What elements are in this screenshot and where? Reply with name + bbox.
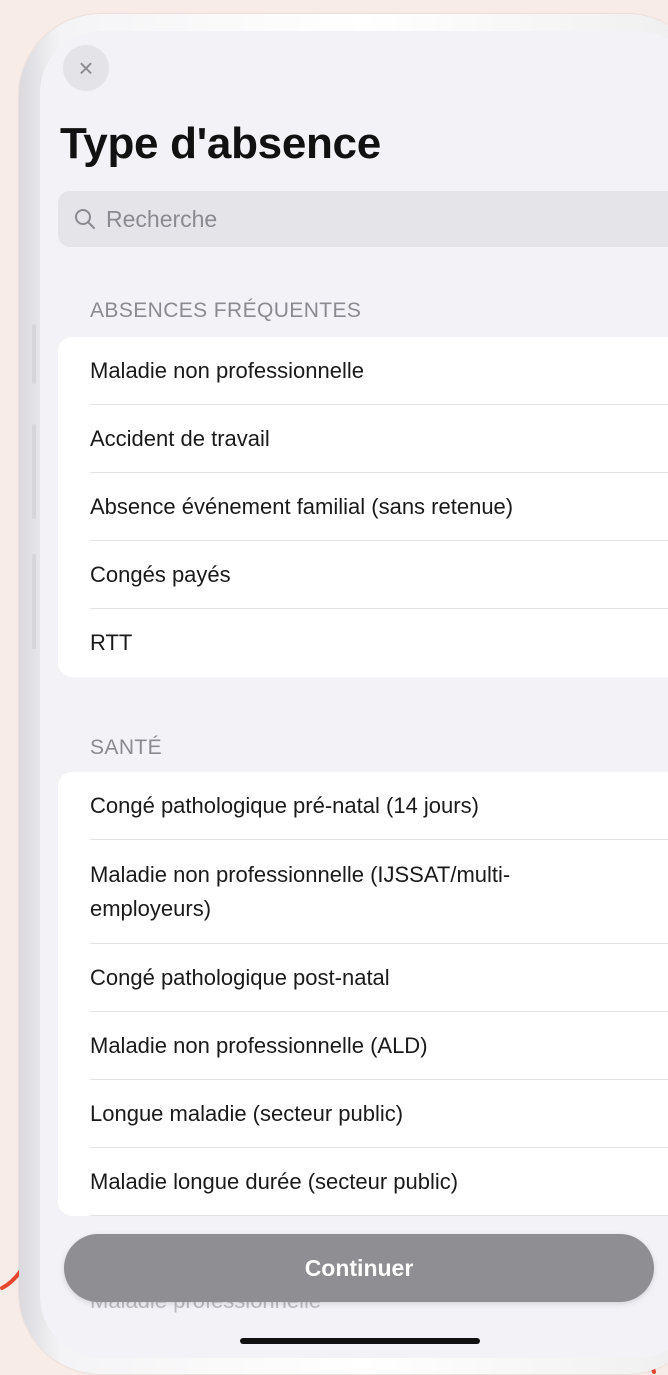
list-item-label: Maladie non professionnelle (ALD) — [90, 1033, 428, 1058]
list-item[interactable]: Absence événement familial (sans retenue… — [58, 473, 668, 541]
list-item[interactable]: RTT — [58, 609, 668, 677]
list-item[interactable]: Congé pathologique post-natal — [58, 944, 668, 1012]
page-title: Type d'absence — [60, 119, 381, 168]
list-item-label: RTT — [90, 630, 133, 655]
home-indicator — [240, 1338, 480, 1344]
continue-button[interactable]: Continuer — [64, 1234, 654, 1302]
list-group-frequent: Maladie non professionnelle Accident de … — [58, 337, 668, 677]
search-bar[interactable] — [58, 191, 668, 247]
list-item[interactable]: Congé pathologique pré-natal (14 jours) — [58, 772, 668, 840]
phone-side-button — [32, 324, 36, 384]
list-item[interactable]: Maladie non professionnelle (ALD) — [58, 1012, 668, 1080]
list-item-label: Maladie non professionnelle — [90, 358, 364, 383]
list-item-label: Congé pathologique post-natal — [90, 965, 390, 990]
list-item[interactable]: Maladie non professionnelle — [58, 337, 668, 405]
list-item[interactable]: Accident de travail — [58, 405, 668, 473]
list-item-label: Maladie non professionnelle (IJSSAT/mult… — [90, 862, 511, 921]
list-item[interactable]: Maladie non professionnelle (IJSSAT/mult… — [58, 840, 668, 944]
search-icon — [74, 208, 96, 230]
list-item-label: Congés payés — [90, 562, 231, 587]
search-input[interactable] — [104, 204, 668, 234]
list-item-label: Congé pathologique pré-natal (14 jours) — [90, 793, 479, 818]
close-button[interactable]: × — [63, 45, 109, 91]
phone-side-button — [32, 554, 36, 649]
list-item[interactable]: Congés payés — [58, 541, 668, 609]
section-header-frequent: ABSENCES FRÉQUENTES — [90, 299, 362, 322]
page: × Type d'absence ABSENCES FRÉQUENTES Mal… — [0, 0, 668, 1375]
list-item-label: Absence événement familial (sans retenue… — [90, 494, 514, 519]
list-group-health: Congé pathologique pré-natal (14 jours) … — [58, 772, 668, 1216]
list-item-label: Accident de travail — [90, 426, 270, 451]
section-header-health: SANTÉ — [90, 736, 163, 759]
screen: × Type d'absence ABSENCES FRÉQUENTES Mal… — [40, 31, 668, 1358]
list-item-label: Maladie longue durée (secteur public) — [90, 1169, 459, 1194]
list-item[interactable]: Maladie longue durée (secteur public) — [58, 1148, 668, 1216]
phone-side-button — [32, 424, 36, 519]
list-item-label: Longue maladie (secteur public) — [90, 1101, 404, 1126]
close-icon: × — [78, 53, 94, 83]
list-item[interactable]: Longue maladie (secteur public) — [58, 1080, 668, 1148]
